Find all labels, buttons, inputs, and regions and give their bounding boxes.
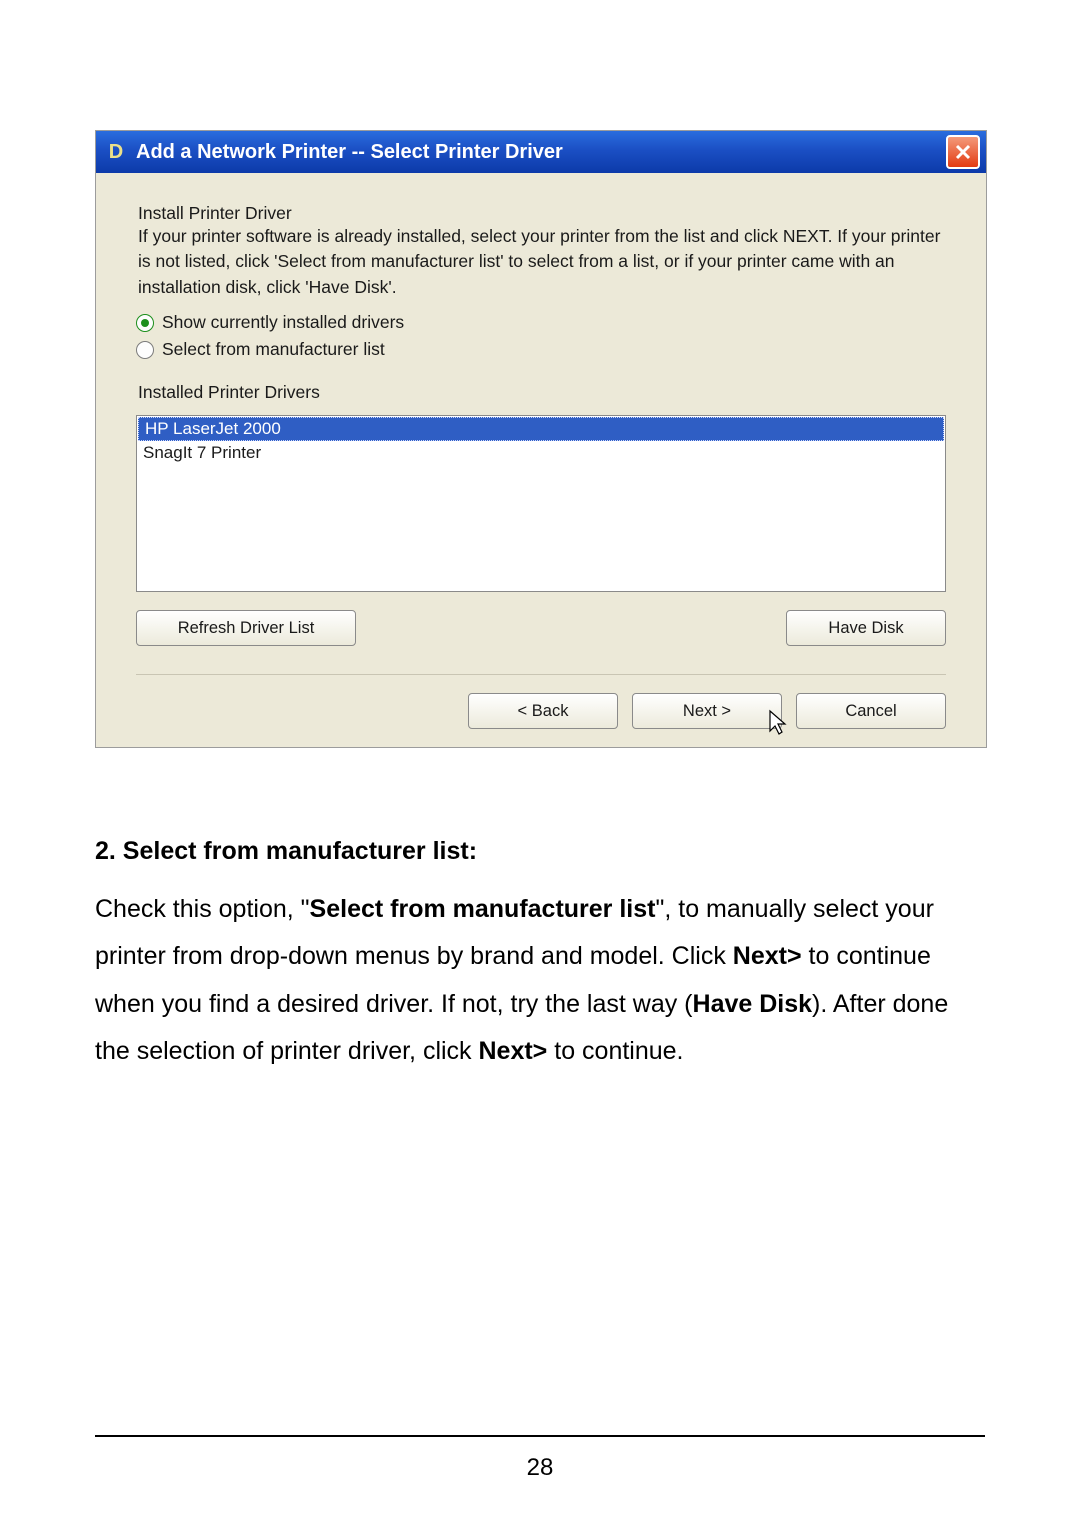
dialog-client-area: Install Printer Driver If your printer s… xyxy=(96,173,986,747)
close-button[interactable] xyxy=(946,135,980,169)
installed-drivers-listbox[interactable]: HP LaserJet 2000 SnagIt 7 Printer xyxy=(136,415,946,592)
document-page: D Add a Network Printer -- Select Printe… xyxy=(0,0,1080,1527)
radio-show-installed[interactable]: Show currently installed drivers xyxy=(136,312,946,333)
back-button[interactable]: < Back xyxy=(468,693,618,729)
have-disk-button[interactable]: Have Disk xyxy=(786,610,946,646)
button-label: Next > xyxy=(683,702,731,721)
section-heading: Install Printer Driver xyxy=(138,203,946,224)
list-item[interactable]: HP LaserJet 2000 xyxy=(138,417,944,441)
page-number: 28 xyxy=(0,1454,1080,1482)
separator xyxy=(136,674,946,675)
cancel-button[interactable]: Cancel xyxy=(796,693,946,729)
instruction-heading: 2. Select from manufacturer list: xyxy=(95,828,985,876)
button-label: < Back xyxy=(518,702,569,721)
wizard-dialog: D Add a Network Printer -- Select Printe… xyxy=(95,130,987,748)
refresh-driver-list-button[interactable]: Refresh Driver List xyxy=(136,610,356,646)
radio-label: Show currently installed drivers xyxy=(162,312,404,333)
button-label: Refresh Driver List xyxy=(178,619,315,638)
listbox-label: Installed Printer Drivers xyxy=(138,382,946,403)
radio-label: Select from manufacturer list xyxy=(162,339,385,360)
radio-select-manufacturer[interactable]: Select from manufacturer list xyxy=(136,339,946,360)
wizard-nav-row: < Back Next > Cancel xyxy=(136,693,946,729)
cursor-icon xyxy=(768,709,790,737)
dialog-titlebar: D Add a Network Printer -- Select Printe… xyxy=(96,131,986,173)
radio-icon xyxy=(136,314,154,332)
close-icon xyxy=(954,143,972,161)
footer-rule xyxy=(95,1435,985,1437)
section-description: If your printer software is already inst… xyxy=(138,224,946,300)
button-label: Have Disk xyxy=(828,619,903,638)
radio-icon xyxy=(136,341,154,359)
next-button[interactable]: Next > xyxy=(632,693,782,729)
instruction-block: 2. Select from manufacturer list: Check … xyxy=(95,828,985,1076)
list-item[interactable]: SnagIt 7 Printer xyxy=(137,442,945,464)
dialog-title: Add a Network Printer -- Select Printer … xyxy=(136,141,946,164)
app-icon: D xyxy=(104,140,128,164)
instruction-paragraph: Check this option, "Select from manufact… xyxy=(95,886,985,1076)
button-label: Cancel xyxy=(845,702,896,721)
